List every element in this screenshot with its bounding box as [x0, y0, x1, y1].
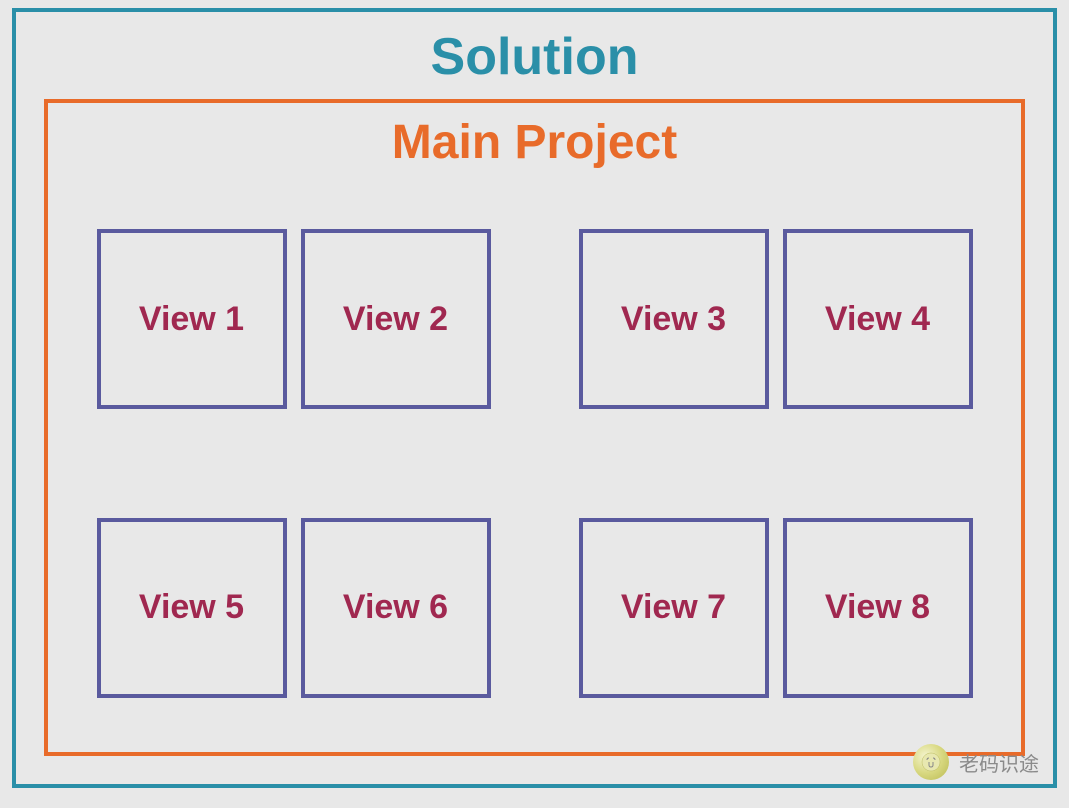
view-label: View 5 — [139, 588, 244, 627]
view-box-5: View 5 — [97, 518, 287, 698]
view-box-1: View 1 — [97, 229, 287, 409]
views-group-1-right: View 3 View 4 — [579, 229, 973, 409]
watermark: 老码识途 — [913, 744, 1039, 780]
project-container: Main Project View 1 View 2 View 3 — [44, 99, 1025, 756]
watermark-logo-icon — [913, 744, 949, 780]
solution-title: Solution — [44, 27, 1025, 87]
views-grid: View 1 View 2 View 3 View 4 — [83, 205, 986, 722]
view-label: View 6 — [343, 588, 448, 627]
project-title: Main Project — [83, 115, 986, 170]
view-label: View 2 — [343, 300, 448, 339]
views-group-2-left: View 5 View 6 — [97, 518, 491, 698]
watermark-text: 老码识途 — [959, 748, 1039, 777]
solution-container: Solution Main Project View 1 View 2 View… — [12, 8, 1057, 788]
views-row-1: View 1 View 2 View 3 View 4 — [83, 229, 986, 409]
view-box-8: View 8 — [783, 518, 973, 698]
view-label: View 1 — [139, 300, 244, 339]
view-label: View 3 — [621, 300, 726, 339]
group-gap — [505, 229, 565, 409]
view-label: View 4 — [825, 300, 930, 339]
views-group-1-left: View 1 View 2 — [97, 229, 491, 409]
view-box-6: View 6 — [301, 518, 491, 698]
view-box-2: View 2 — [301, 229, 491, 409]
view-box-4: View 4 — [783, 229, 973, 409]
view-box-3: View 3 — [579, 229, 769, 409]
views-row-2: View 5 View 6 View 7 View 8 — [83, 518, 986, 698]
views-group-2-right: View 7 View 8 — [579, 518, 973, 698]
group-gap — [505, 518, 565, 698]
view-label: View 8 — [825, 588, 930, 627]
view-label: View 7 — [621, 588, 726, 627]
view-box-7: View 7 — [579, 518, 769, 698]
